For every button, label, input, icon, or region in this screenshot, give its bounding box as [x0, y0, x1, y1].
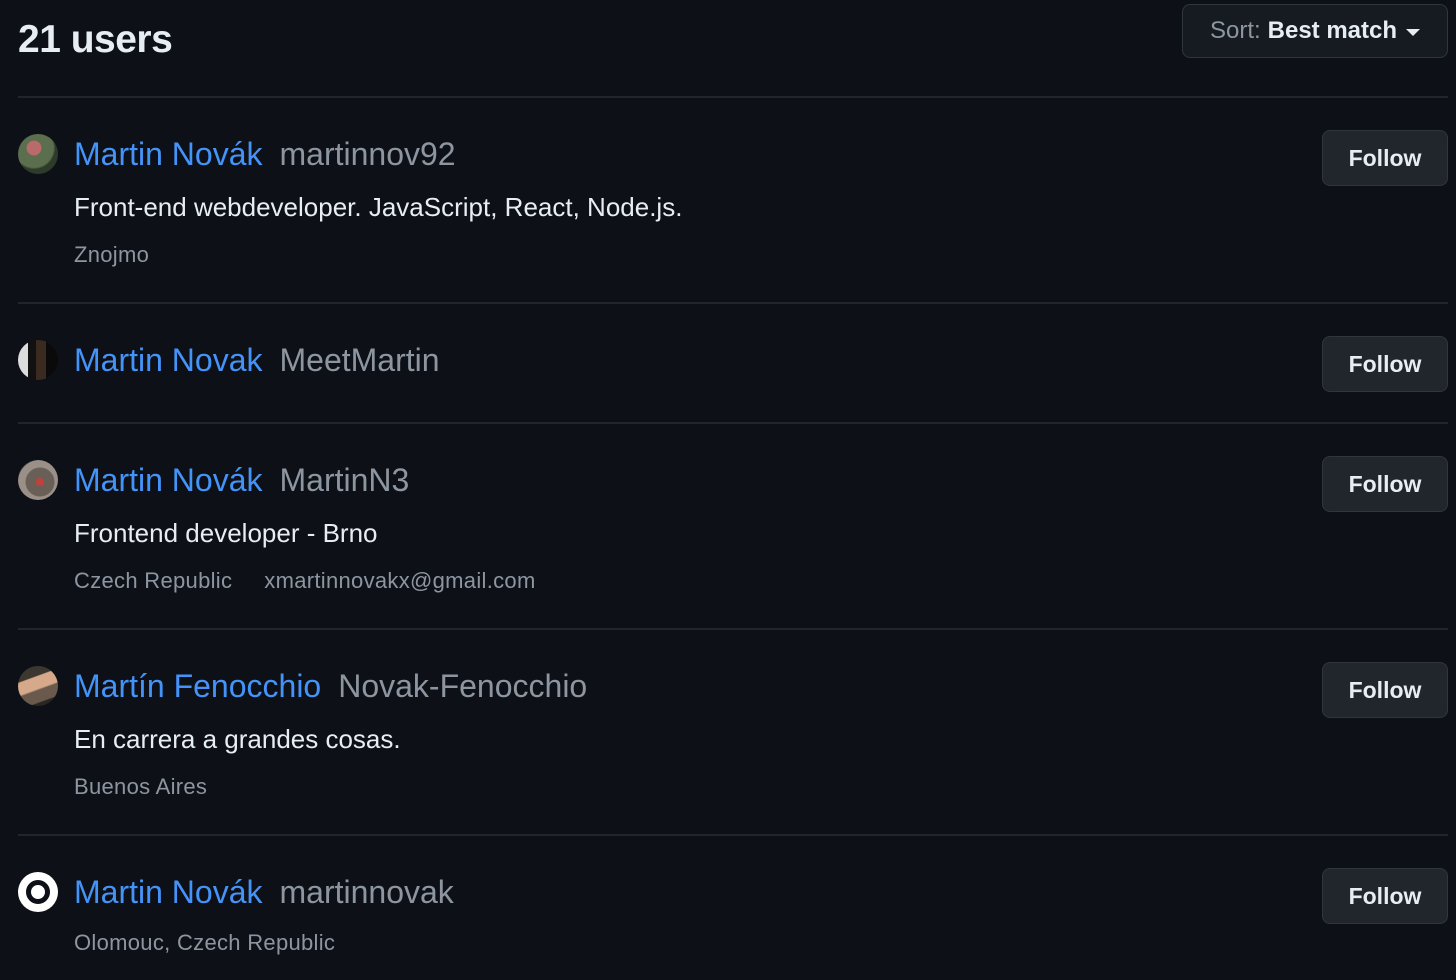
avatar[interactable]	[18, 340, 58, 380]
user-bio: Front-end webdeveloper. JavaScript, Reac…	[74, 192, 683, 222]
results-count: 21 users	[18, 18, 173, 61]
sort-dropdown-button[interactable]: Sort: Best match	[1182, 4, 1448, 58]
user-location: Olomouc, Czech Republic	[74, 930, 336, 955]
avatar[interactable]	[18, 872, 58, 912]
user-login: martinnovak	[279, 873, 454, 910]
default-avatar-ring	[26, 880, 50, 904]
user-login: Novak-Fenocchio	[338, 667, 588, 704]
user-bio: Frontend developer - Brno	[74, 518, 378, 548]
user-meta: Buenos Aires	[74, 774, 207, 800]
user-meta: Olomouc, Czech Republic	[74, 930, 335, 956]
user-display-name-link[interactable]: Martin Novák	[74, 136, 263, 173]
follow-button[interactable]: Follow	[1322, 130, 1448, 186]
sort-prefix: Sort:	[1209, 17, 1261, 44]
follow-button[interactable]: Follow	[1322, 336, 1448, 392]
avatar[interactable]	[18, 134, 58, 174]
user-location: Buenos Aires	[74, 774, 208, 799]
user-location: Czech Republic	[74, 568, 233, 593]
user-email[interactable]: xmartinnovakx@gmail.com	[264, 568, 535, 593]
avatar[interactable]	[18, 666, 58, 706]
follow-button[interactable]: Follow	[1322, 868, 1448, 924]
divider	[18, 96, 1448, 98]
chevron-down-icon	[1406, 28, 1421, 36]
user-meta: Znojmo	[74, 242, 149, 268]
user-login: MartinN3	[279, 461, 410, 498]
user-location: Znojmo	[74, 242, 150, 267]
user-display-name-link[interactable]: Martin Novák	[74, 462, 263, 499]
user-meta: Czech Republic xmartinnovakx@gmail.com	[74, 568, 536, 594]
user-display-name-link[interactable]: Martín Fenocchio	[74, 668, 321, 705]
user-display-name-link[interactable]: Martin Novak	[74, 342, 263, 379]
results-header: 21 users Sort: Best match	[18, 4, 1448, 96]
follow-button[interactable]: Follow	[1322, 456, 1448, 512]
divider	[18, 302, 1448, 304]
divider	[18, 834, 1448, 836]
user-login: martinnov92	[279, 135, 456, 172]
sort-value: Best match	[1267, 17, 1398, 44]
user-login: MeetMartin	[279, 341, 440, 378]
user-bio: En carrera a grandes cosas.	[74, 724, 401, 754]
avatar[interactable]	[18, 460, 58, 500]
follow-button[interactable]: Follow	[1322, 662, 1448, 718]
divider	[18, 628, 1448, 630]
divider	[18, 422, 1448, 424]
user-display-name-link[interactable]: Martin Novák	[74, 874, 263, 911]
